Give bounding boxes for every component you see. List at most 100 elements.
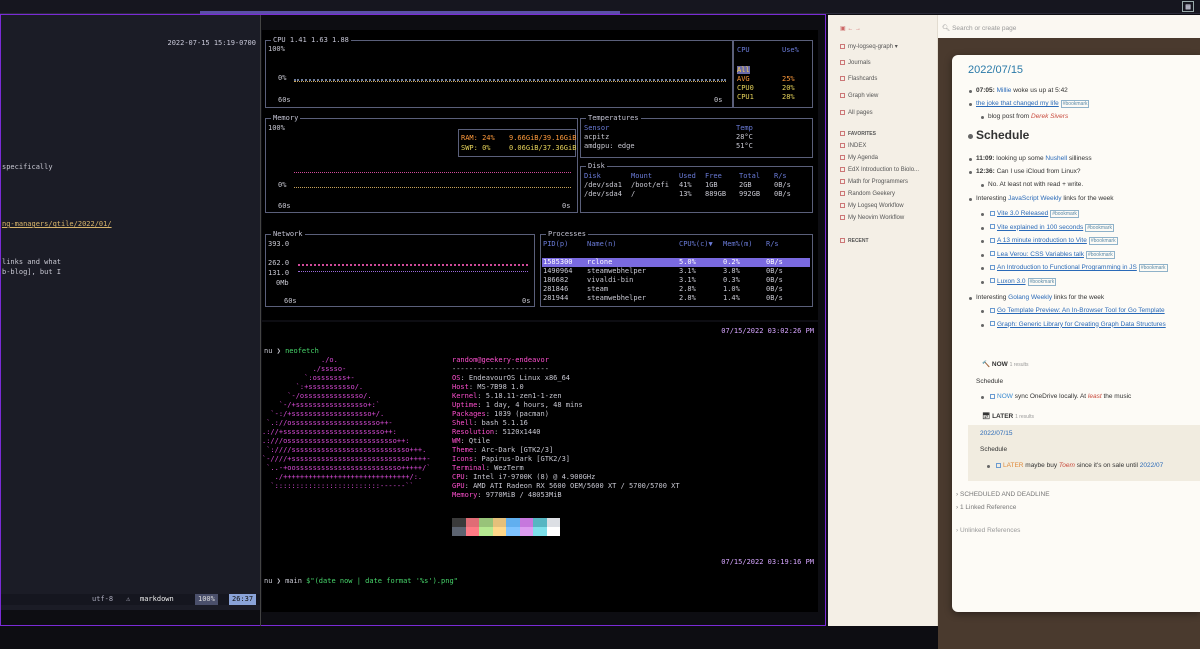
proc-cell[interactable]: 281944 <box>543 294 568 302</box>
favorite-item[interactable]: My Agenda <box>840 155 878 161</box>
schedule-heading[interactable]: Schedule <box>976 128 1029 142</box>
proc-cell[interactable]: 0.3% <box>723 276 740 284</box>
terminal[interactable]: 07/15/2022 03:02:26 PM nu ❯ neofetch ./o… <box>262 322 818 612</box>
link-item[interactable]: Vite 3.0 Released #bookmark <box>988 210 1079 218</box>
checkbox[interactable] <box>990 264 995 270</box>
now-query-title[interactable]: 🔨 NOW 1 results <box>982 360 1029 368</box>
favorite-item[interactable]: EdX Introduction to Biolo... <box>840 167 919 173</box>
editor-pane[interactable]: 2022-07-15 15:19-0700 specifically ng-ma… <box>1 15 260 305</box>
link-item[interactable]: An Introduction to Functional Programmin… <box>988 264 1168 272</box>
checkbox[interactable] <box>990 237 995 243</box>
bullet[interactable] <box>981 116 984 119</box>
proc-cell[interactable]: 3.1% <box>679 267 696 275</box>
tag[interactable]: #bookmark <box>1088 237 1118 245</box>
tag[interactable]: #bookmark <box>1050 210 1079 218</box>
nav-flashcards[interactable]: Flashcards <box>840 76 877 82</box>
bullet[interactable] <box>969 90 972 93</box>
checkbox[interactable] <box>990 278 995 284</box>
linked-references[interactable]: › 1 Linked Reference <box>956 504 1016 511</box>
checkbox[interactable] <box>990 307 995 313</box>
block[interactable]: Interesting JavaScript Weekly links for … <box>976 195 1114 202</box>
proc-cell[interactable]: 2.8% <box>679 294 696 302</box>
bullet[interactable] <box>987 465 990 468</box>
proc-cell[interactable]: steam <box>587 285 608 293</box>
proc-cell[interactable]: rclone <box>587 258 612 266</box>
tag[interactable]: #bookmark <box>1085 250 1115 259</box>
tag[interactable]: #bookmark <box>1085 223 1114 232</box>
unlinked-references[interactable]: › Unlinked References <box>956 527 1020 534</box>
bullet[interactable] <box>981 396 984 399</box>
link-item[interactable]: Graph: Generic Library for Creating Grap… <box>988 321 1166 328</box>
link-item[interactable]: Luxon 3.0 #bookmark <box>988 277 1057 286</box>
favorite-item[interactable]: My Logseq Workflow <box>840 203 904 209</box>
checkbox[interactable] <box>990 224 995 230</box>
proc-cell[interactable]: 281846 <box>543 285 568 293</box>
favorite-item[interactable]: My Neovim Workflow <box>840 215 904 221</box>
proc-cell[interactable]: 3.1% <box>679 276 696 284</box>
proc-col[interactable]: PID(p) <box>543 240 568 248</box>
now-task[interactable]: NOW sync OneDrive locally. At least the … <box>988 393 1131 400</box>
bullet[interactable] <box>981 323 984 327</box>
tag[interactable]: #bookmark <box>1027 277 1057 286</box>
bullet[interactable] <box>968 134 973 139</box>
link-label[interactable]: A 13 minute introduction to Vite <box>997 237 1087 244</box>
link-item[interactable]: Vite explained in 100 seconds #bookmark <box>988 223 1114 232</box>
proc-cell[interactable]: 0.2% <box>723 258 740 266</box>
block[interactable]: blog post from Derek Sivers <box>988 113 1068 120</box>
proc-col[interactable]: Name(n) <box>587 240 617 248</box>
checkbox[interactable] <box>990 210 995 216</box>
proc-cell[interactable]: steamwebhelper <box>587 294 646 302</box>
proc-col[interactable]: CPU%(c)▼ <box>679 240 713 248</box>
proc-cell[interactable]: 1.0% <box>723 285 740 293</box>
proc-cell[interactable]: 1490964 <box>543 267 573 275</box>
link-label[interactable]: Vite explained in 100 seconds <box>997 224 1083 231</box>
bullet[interactable] <box>981 267 984 270</box>
proc-cell[interactable]: 186682 <box>543 276 568 284</box>
proc-cell[interactable]: 0B/s <box>766 258 783 266</box>
layout-icon[interactable]: ▦ <box>1182 1 1194 12</box>
proc-cell[interactable]: 1585300 <box>543 258 573 266</box>
block[interactable]: 11:09: looking up some Nushell silliness <box>976 155 1092 162</box>
block[interactable]: the joke that changed my life #bookmark <box>976 100 1090 108</box>
later-task[interactable]: LATER maybe buy Toem since it's on sale … <box>994 462 1163 469</box>
bullet[interactable] <box>981 280 984 284</box>
block[interactable]: 12:36: Can I use iCloud from Linux? <box>976 168 1080 175</box>
favorite-item[interactable]: INDEX <box>840 143 866 149</box>
block[interactable]: Interesting Golang Weekly links for the … <box>976 294 1104 301</box>
link-label[interactable]: Graph: Generic Library for Creating Grap… <box>997 321 1166 328</box>
command-line[interactable]: nu ❯ main $"(date now | date format '%s'… <box>264 577 458 585</box>
link-label[interactable]: Lea Verou: CSS Variables talk <box>997 251 1084 258</box>
nav-journals[interactable]: Journals <box>840 60 871 66</box>
search-input[interactable]: 🔍︎ Search or create page <box>942 24 1016 32</box>
graph-selector[interactable]: my-logseq-graph ▾ <box>840 43 898 50</box>
proc-cell[interactable]: 2.8% <box>679 285 696 293</box>
later-query-title[interactable]: 📅︎ LATER 1 results <box>982 412 1034 420</box>
proc-cell[interactable]: 0B/s <box>766 285 783 293</box>
proc-cell[interactable]: 0B/s <box>766 276 783 284</box>
checkbox[interactable] <box>996 462 1001 468</box>
proc-cell[interactable]: 0B/s <box>766 267 783 275</box>
link-item[interactable]: A 13 minute introduction to Vite #bookmar… <box>988 237 1118 245</box>
pane-separator[interactable] <box>260 15 261 626</box>
processes-box[interactable]: Processes PID(p) Name(n) CPU%(c)▼ Mem%(m… <box>540 230 813 307</box>
favorite-item[interactable]: Random Geekery <box>840 191 895 197</box>
nav-all-pages[interactable]: All pages <box>840 110 873 116</box>
bullet[interactable] <box>969 158 972 161</box>
command-input[interactable]: $"(date now | date format '%s').png" <box>306 577 458 585</box>
proc-cell[interactable]: 5.0% <box>679 258 696 266</box>
link-label[interactable]: Go Template Preview: An In-Browser Tool … <box>997 307 1165 314</box>
block[interactable]: No. At least not with read + write. <box>988 181 1083 188</box>
checkbox[interactable] <box>990 393 995 399</box>
toolbar-icons[interactable]: ▣ ← → <box>840 25 861 32</box>
scheduled-deadline[interactable]: › SCHEDULED AND DEADLINE <box>956 491 1050 498</box>
journal-date[interactable]: 2022/07/15 <box>968 64 1023 76</box>
bullet[interactable] <box>981 240 984 243</box>
bullet[interactable] <box>981 184 984 187</box>
block[interactable]: 07:05: Millie woke us up at 5:42 <box>976 87 1068 94</box>
bullet[interactable] <box>969 297 972 300</box>
checkbox[interactable] <box>990 251 995 257</box>
bullet[interactable] <box>981 253 984 257</box>
bullet[interactable] <box>981 213 984 216</box>
editor-lower-pane[interactable] <box>1 305 260 610</box>
link-label[interactable]: Vite 3.0 Released <box>997 210 1048 217</box>
